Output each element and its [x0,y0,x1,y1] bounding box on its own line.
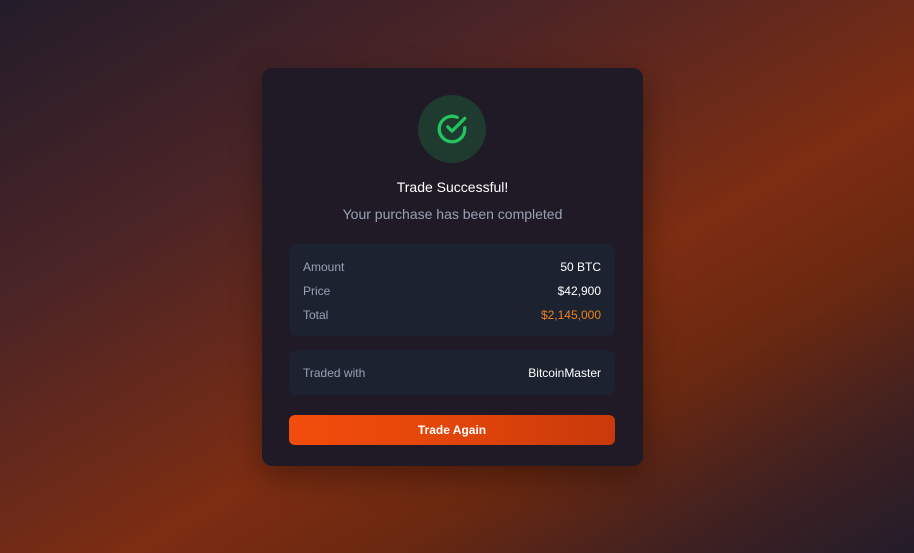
amount-label: Amount [303,260,345,274]
trader-row: Traded with BitcoinMaster [303,350,601,395]
price-label: Price [303,284,331,298]
price-value: $42,900 [557,284,601,298]
success-title: Trade Successful! [396,179,509,195]
traded-with-label: Traded with [303,365,366,380]
detail-row-amount: Amount 50 BTC [303,255,601,279]
trade-success-card: Trade Successful! Your purchase has been… [262,68,643,466]
success-subtitle: Your purchase has been completed [342,206,563,222]
trade-again-button[interactable]: Trade Again [289,415,615,445]
success-badge [418,95,486,163]
trader-name: BitcoinMaster [528,365,601,380]
trade-details-panel: Amount 50 BTC Price $42,900 Total $2,145… [289,244,615,336]
detail-row-total: Total $2,145,000 [303,303,601,327]
total-value: $2,145,000 [540,308,601,322]
check-circle-icon [437,114,467,144]
detail-row-price: Price $42,900 [303,279,601,303]
total-label: Total [303,308,329,322]
trader-panel: Traded with BitcoinMaster [289,350,615,395]
amount-value: 50 BTC [560,260,601,274]
